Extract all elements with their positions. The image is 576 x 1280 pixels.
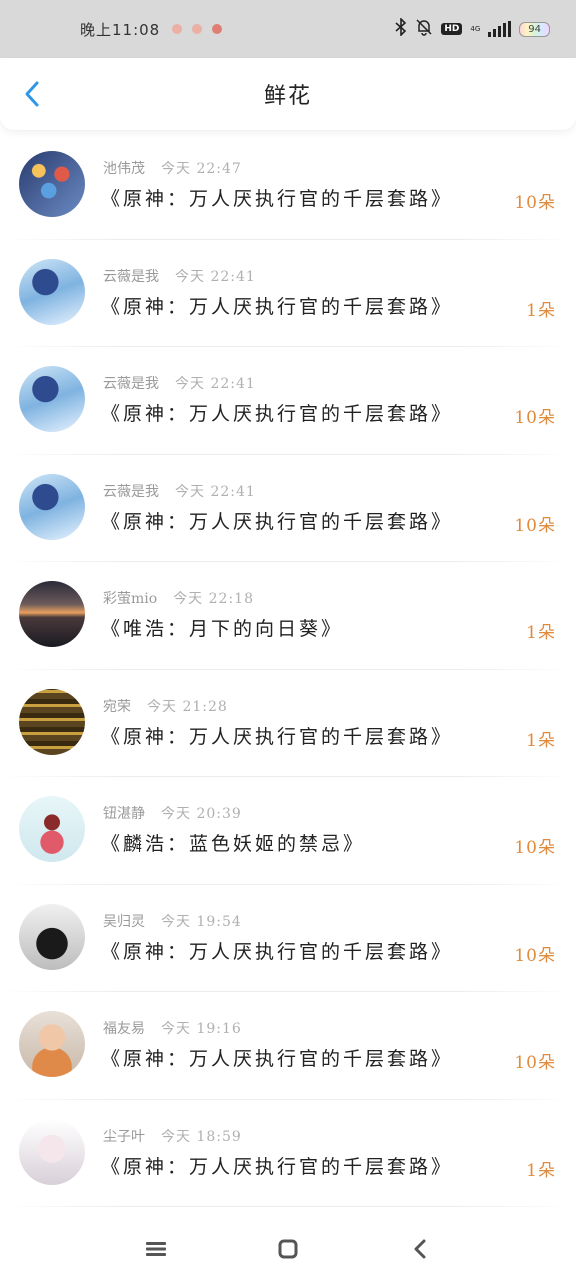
avatar[interactable] <box>19 366 85 432</box>
avatar[interactable] <box>19 903 85 970</box>
story-title[interactable]: 《原神：万人厌执行官的千层套路》 <box>101 722 453 749</box>
user-name: 池伟茂 <box>103 161 145 177</box>
status-time: 晚上11:08 <box>80 20 161 39</box>
list-item[interactable]: 宛荣 今天 21:28 《原神：万人厌执行官的千层套路》 1朵 <box>0 670 576 777</box>
list-item[interactable]: 钮湛静 今天 20:39 《麟浩：蓝色妖姬的禁忌》 10朵 <box>0 777 576 885</box>
user-name: 云薇是我 <box>103 376 159 392</box>
battery-indicator: 94 <box>519 21 550 37</box>
gift-time: 今天 22:41 <box>175 376 256 392</box>
list-item[interactable]: 池伟茂 今天 22:47 《原神：万人厌执行官的千层套路》 10朵 <box>0 132 576 240</box>
back-button[interactable] <box>18 80 46 108</box>
bell-muted-icon <box>415 18 433 40</box>
list-item[interactable]: 云薇是我 今天 22:41 《原神：万人厌执行官的千层套路》 10朵 <box>0 347 576 455</box>
menu-icon <box>146 1242 166 1256</box>
story-title[interactable]: 《原神：万人厌执行官的千层套路》 <box>101 1044 453 1071</box>
story-title[interactable]: 《唯浩：月下的向日葵》 <box>101 614 343 641</box>
avatar[interactable] <box>19 581 85 647</box>
user-name: 云薇是我 <box>103 483 159 500</box>
list-item[interactable]: 福友易 今天 19:16 《原神：万人厌执行官的千层套路》 10朵 <box>0 992 576 1100</box>
list-item[interactable]: 云薇是我 今天 22:41 《原神：万人厌执行官的千层套路》 10朵 <box>0 455 576 562</box>
divider <box>0 1206 576 1207</box>
system-nav-bar <box>0 1218 576 1280</box>
menu-button[interactable] <box>136 1229 176 1269</box>
user-name: 钮湛静 <box>103 806 145 822</box>
gift-time: 今天 22:41 <box>175 268 256 285</box>
avatar[interactable] <box>19 1011 85 1077</box>
gift-time: 今天 22:41 <box>175 483 256 500</box>
gift-time: 今天 19:54 <box>161 913 242 930</box>
gift-time: 今天 22:47 <box>161 161 242 177</box>
system-back-button[interactable] <box>400 1229 440 1269</box>
flower-count: 10朵 <box>514 515 556 536</box>
story-title[interactable]: 《原神：万人厌执行官的千层套路》 <box>101 507 453 534</box>
story-title[interactable]: 《原神：万人厌执行官的千层套路》 <box>101 292 453 319</box>
signal-icon <box>488 21 512 37</box>
flower-count: 1朵 <box>526 300 556 321</box>
avatar[interactable] <box>19 473 85 540</box>
user-name: 吴归灵 <box>103 913 145 930</box>
gift-list: 池伟茂 今天 22:47 《原神：万人厌执行官的千层套路》 10朵 云薇是我 今天 … <box>0 132 576 1207</box>
page-title: 鲜花 <box>263 84 312 109</box>
flower-count: 10朵 <box>514 193 556 213</box>
notification-icon <box>172 24 183 34</box>
user-name: 尘子叶 <box>103 1128 145 1145</box>
story-title[interactable]: 《原神：万人厌执行官的千层套路》 <box>101 184 453 211</box>
page-header: 鲜花 <box>0 58 576 130</box>
avatar[interactable] <box>19 151 85 217</box>
list-item[interactable]: 彩萤mio 今天 22:18 《唯浩：月下的向日葵》 1朵 <box>0 562 576 670</box>
chevron-left-icon <box>25 81 39 107</box>
flower-count: 1朵 <box>526 623 556 643</box>
home-square-icon <box>278 1239 298 1259</box>
story-title[interactable]: 《麟浩：蓝色妖姬的禁忌》 <box>101 829 365 856</box>
user-name: 宛荣 <box>103 698 131 715</box>
user-name: 彩萤mio <box>103 591 158 607</box>
avatar[interactable] <box>19 258 85 325</box>
gift-time: 今天 18:59 <box>161 1128 242 1145</box>
flower-count: 10朵 <box>514 945 556 966</box>
bluetooth-icon <box>395 17 407 40</box>
status-bar: 晚上11:08 HD 4G 94 <box>0 0 576 58</box>
story-title[interactable]: 《原神：万人厌执行官的千层套路》 <box>101 399 453 426</box>
list-item[interactable]: 云薇是我 今天 22:41 《原神：万人厌执行官的千层套路》 1朵 <box>0 240 576 347</box>
hd-badge: HD <box>441 23 463 35</box>
home-button[interactable] <box>268 1229 308 1269</box>
list-item[interactable]: 吴归灵 今天 19:54 《原神：万人厌执行官的千层套路》 10朵 <box>0 885 576 992</box>
flower-count: 10朵 <box>514 1053 556 1073</box>
network-type: 4G <box>470 25 481 33</box>
flower-count: 10朵 <box>514 408 556 428</box>
back-chevron-icon <box>414 1239 426 1259</box>
flower-count: 1朵 <box>526 1160 556 1181</box>
gift-time: 今天 19:16 <box>161 1021 242 1037</box>
story-title[interactable]: 《原神：万人厌执行官的千层套路》 <box>101 1152 453 1179</box>
list-item[interactable]: 尘子叶 今天 18:59 《原神：万人厌执行官的千层套路》 1朵 <box>0 1100 576 1207</box>
gift-time: 今天 22:18 <box>173 591 254 607</box>
avatar[interactable] <box>19 1118 85 1185</box>
status-right: HD 4G 94 <box>395 17 550 40</box>
flower-count: 1朵 <box>526 730 556 751</box>
avatar[interactable] <box>19 688 85 755</box>
story-title[interactable]: 《原神：万人厌执行官的千层套路》 <box>101 937 453 964</box>
notification-icon <box>192 24 203 34</box>
notification-icons <box>172 24 223 34</box>
gift-time: 今天 20:39 <box>161 806 242 822</box>
flower-count: 10朵 <box>514 838 556 858</box>
avatar[interactable] <box>19 796 85 862</box>
user-name: 福友易 <box>103 1021 145 1037</box>
gift-time: 今天 21:28 <box>147 698 228 715</box>
notification-icon <box>212 24 223 34</box>
user-name: 云薇是我 <box>103 268 159 285</box>
